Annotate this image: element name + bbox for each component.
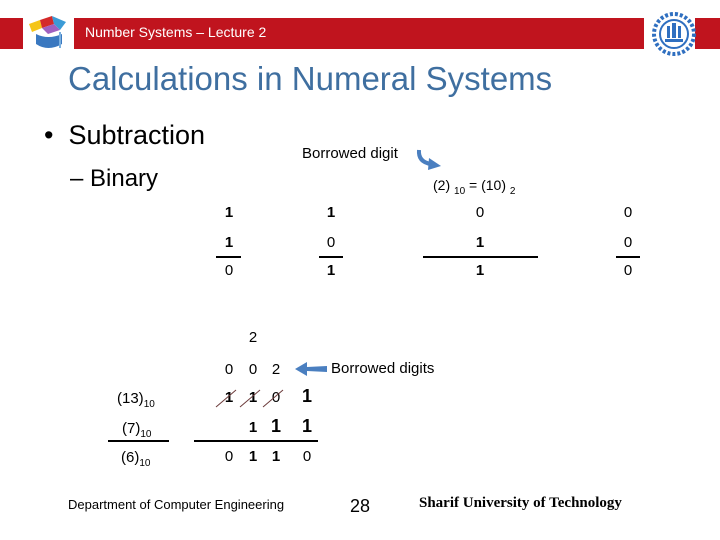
subtrahend-digit-3: 1 [301, 416, 312, 436]
col2-result: 1 [326, 262, 336, 279]
col2-line [319, 256, 343, 258]
header-title: Number Systems – Lecture 2 [85, 24, 267, 40]
bullet-dot: • [44, 120, 69, 150]
label-7: (7)10 [122, 420, 151, 440]
borrow-digit-3: 2 [271, 361, 281, 378]
col3-minuend: 0 [475, 204, 485, 221]
puzzle-cap-logo-icon [29, 16, 66, 48]
label-6-base: 10 [139, 458, 151, 469]
top-borrow-digit: 2 [248, 329, 258, 346]
col4-line [616, 256, 640, 258]
minuend-digit-4: 1 [301, 386, 312, 406]
label-13-base: 10 [143, 399, 155, 410]
result-digit-3: 1 [271, 448, 281, 465]
label-line [108, 440, 169, 442]
university-seal-icon [652, 12, 696, 56]
col3-subtrahend: 1 [475, 234, 485, 251]
col2-subtrahend: 0 [326, 234, 336, 251]
col3-result: 1 [475, 262, 485, 279]
col2-minuend: 1 [326, 204, 336, 221]
bullet-subtraction: • Subtraction [44, 120, 205, 151]
left-arrow-icon [295, 362, 327, 376]
eq-right: (10) [481, 177, 507, 193]
borrow-digit-2: 0 [248, 361, 258, 378]
col3-line [423, 256, 538, 258]
bullet-text: Subtraction [68, 120, 206, 150]
page-number: 28 [350, 496, 371, 516]
label-13-value: (13) [117, 390, 144, 407]
result-digit-2: 1 [248, 448, 258, 465]
borrowed-digit-label: Borrowed digit [302, 145, 398, 162]
result-digit-1: 0 [224, 448, 234, 465]
col4-subtrahend: 0 [623, 234, 633, 251]
header-bar-right [695, 18, 720, 49]
base-equation: (2) 10 = (10) 2 [433, 177, 515, 197]
result-digit-4: 0 [302, 448, 312, 465]
subtrahend-digit-2: 1 [270, 416, 281, 436]
label-7-base: 10 [140, 429, 152, 440]
footer-university: Sharif University of Technology [419, 495, 622, 511]
col4-minuend: 0 [623, 204, 633, 221]
slide-title: Calculations in Numeral Systems [68, 60, 553, 97]
strike-through-marks [215, 389, 284, 408]
label-6: (6)10 [121, 449, 150, 469]
result-line [194, 440, 318, 442]
label-13: (13)10 [117, 390, 155, 410]
label-7-value: (7) [122, 420, 141, 437]
col4-result: 0 [623, 262, 633, 279]
borrow-digit-1: 0 [224, 361, 234, 378]
col1-result: 0 [224, 262, 234, 279]
header-bar-left [0, 18, 23, 49]
curved-arrow-icon [416, 149, 441, 170]
eq-sign: = [469, 177, 478, 193]
eq-left: (2) [433, 177, 451, 193]
borrowed-digits-label: Borrowed digits [331, 360, 435, 377]
sub-bullet-binary: – Binary [70, 165, 159, 192]
eq-right-base: 2 [509, 185, 516, 197]
eq-left-base: 10 [454, 185, 466, 197]
label-6-value: (6) [121, 449, 140, 466]
col1-line [216, 256, 241, 258]
footer-department: Department of Computer Engineering [68, 497, 285, 512]
col1-subtrahend: 1 [224, 234, 234, 251]
col1-minuend: 1 [224, 204, 234, 221]
subtrahend-digit-1: 1 [248, 419, 258, 436]
